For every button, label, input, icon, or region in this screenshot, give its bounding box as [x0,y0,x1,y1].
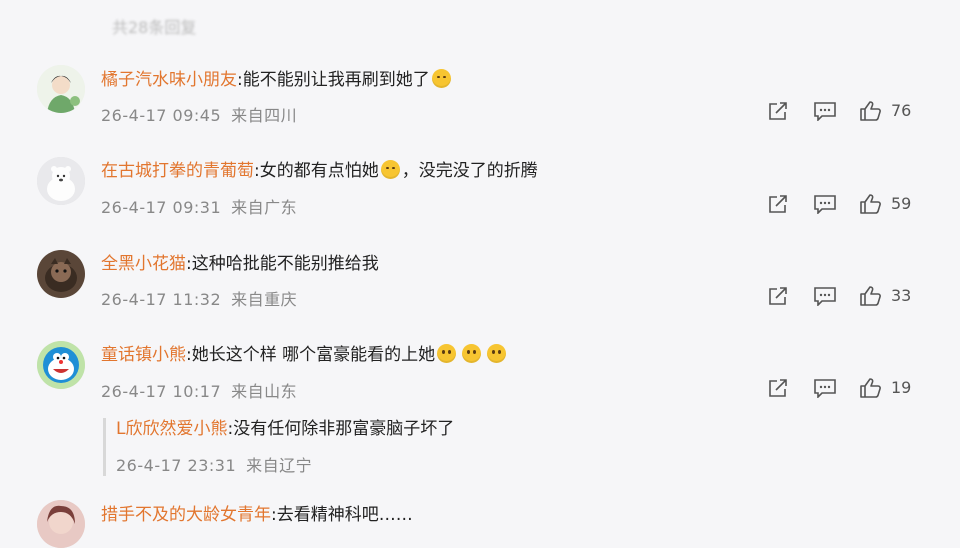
comment-content: 去看精神科吧…… [276,505,413,525]
reply-meta: 26-4-17 23:31 来自辽宁 [116,452,312,476]
comment-icon[interactable] [813,378,836,398]
like-count: 76 [891,101,912,120]
comment-actions: 33 [0,286,960,308]
comment-icon[interactable] [813,101,836,121]
comment-content: 她长这个样 哪个富豪能看的上她 [191,345,436,365]
timestamp: 26-4-17 23:31 [116,456,237,475]
like-icon[interactable] [859,194,881,214]
comment-text-line: 在古城打拳的青葡萄:女的都有点怕她 ，没完没了的折腾 [101,160,538,182]
like-icon[interactable] [859,286,881,306]
reply-text-line: L欣欣然爱小熊:没有任何除非那富豪脑子坏了 [116,418,454,440]
comment-content-continued: ，没完没了的折腾 [401,161,538,181]
comment-content: 女的都有点怕她 [259,161,379,181]
laugh-emoji-icon [380,160,400,179]
share-icon[interactable] [767,194,789,214]
username-link[interactable]: 橘子汽水味小朋友 [101,70,237,90]
share-icon[interactable] [767,378,789,398]
share-icon[interactable] [767,286,789,306]
comment-content: 这种哈批能不能别推给我 [191,254,379,274]
truncated-header-text: 共28条回复 [112,18,197,36]
username-link[interactable]: 童话镇小熊 [101,345,186,365]
username-link[interactable]: L欣欣然爱小熊 [116,419,227,439]
share-icon[interactable] [767,101,789,121]
username-link[interactable]: 措手不及的大龄女青年 [101,505,271,525]
like-count: 19 [891,378,912,397]
reply-content: 没有任何除非那富豪脑子坏了 [233,419,455,439]
smile-emoji-icon [462,344,482,363]
comment-actions: 76 [0,101,960,123]
username-link[interactable]: 全黑小花猫 [101,254,186,274]
comment-actions: 19 [0,378,960,400]
reply-item: L欣欣然爱小熊:没有任何除非那富豪脑子坏了 26-4-17 23:31 来自辽宁 [103,418,606,476]
comment-text-line: 措手不及的大龄女青年:去看精神科吧…… [101,504,413,526]
like-icon[interactable] [859,378,881,398]
location: 来自辽宁 [246,456,313,475]
laugh-emoji-icon [431,69,451,88]
smile-emoji-icon [437,344,457,363]
username-link[interactable]: 在古城打拳的青葡萄 [101,161,254,181]
comment-icon[interactable] [813,194,836,214]
comment-actions: 59 [0,194,960,216]
comment-content: 能不能别让我再刷到她了 [242,70,430,90]
like-count: 59 [891,194,912,213]
like-icon[interactable] [859,101,881,121]
avatar[interactable] [37,500,85,548]
comment-text-line: 橘子汽水味小朋友:能不能别让我再刷到她了 [101,69,453,91]
like-count: 33 [891,286,912,305]
smile-emoji-icon [487,344,507,363]
comment-text-line: 全黑小花猫:这种哈批能不能别推给我 [101,253,379,275]
comment-icon[interactable] [813,286,836,306]
comment-text-line: 童话镇小熊:她长这个样 哪个富豪能看的上她 [101,344,508,366]
